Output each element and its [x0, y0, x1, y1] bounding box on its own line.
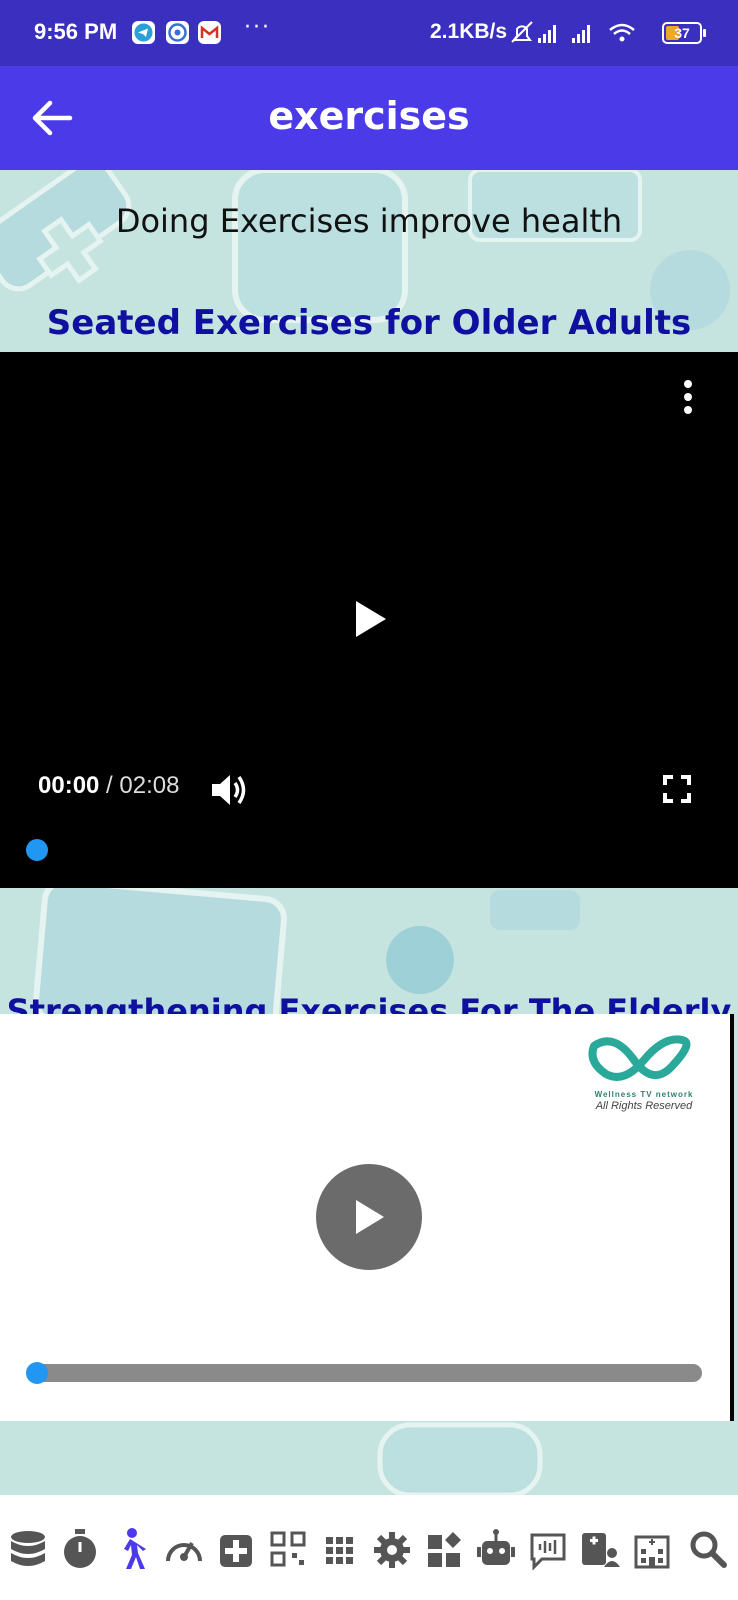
play-icon[interactable]: [354, 599, 388, 639]
database-icon[interactable]: [8, 1527, 48, 1571]
fullscreen-icon[interactable]: [662, 774, 692, 804]
play-button[interactable]: [316, 1164, 422, 1270]
walking-person-icon[interactable]: [112, 1527, 152, 1571]
app-bar: exercises: [0, 66, 738, 170]
qr-code-icon[interactable]: [268, 1527, 308, 1571]
headline: Doing Exercises improve health: [115, 202, 623, 240]
progress-thumb[interactable]: [26, 1362, 48, 1384]
video-player-1[interactable]: 00:00 / 02:08: [0, 352, 738, 888]
voice-chat-icon[interactable]: [528, 1527, 568, 1571]
status-time: 9:56 PM: [34, 19, 118, 44]
robot-icon[interactable]: [476, 1527, 516, 1571]
gauge-icon[interactable]: [164, 1527, 204, 1571]
page-title: exercises: [268, 94, 470, 138]
progress-track[interactable]: [28, 1364, 702, 1382]
hospital-icon[interactable]: [632, 1527, 672, 1571]
gmail-icon: [198, 21, 221, 44]
gear-icon[interactable]: [372, 1527, 412, 1571]
widgets-icon[interactable]: [424, 1527, 464, 1571]
search-icon[interactable]: [688, 1527, 728, 1571]
duration: 02:08: [119, 772, 180, 799]
medical-plus-icon[interactable]: [216, 1527, 256, 1571]
content-area: Doing Exercises improve health Seated Ex…: [0, 170, 738, 1495]
volume-icon[interactable]: [210, 772, 250, 808]
more-notifications-icon: ···: [244, 15, 271, 40]
more-vertical-icon: [684, 380, 692, 388]
video1-title: Seated Exercises for Older Adults: [46, 303, 692, 343]
stopwatch-icon[interactable]: [60, 1527, 100, 1571]
progress-thumb[interactable]: [26, 839, 48, 861]
bottom-navigation: [0, 1495, 738, 1600]
network-speed: 2.1KB/s: [430, 20, 508, 43]
grid-icon[interactable]: [320, 1527, 360, 1571]
video-player-2[interactable]: Wellness TV network All Rights Reserved: [0, 1014, 734, 1421]
pinterest-like-app-icon: [166, 21, 189, 44]
current-time: 00:00: [38, 772, 100, 799]
signal-wifi-icons: [511, 21, 635, 43]
video-menu-button[interactable]: [676, 380, 700, 420]
video-time: 00:00 / 02:08: [38, 772, 180, 799]
battery-indicator: 37: [662, 22, 706, 44]
status-bar: 9:56 PM ··· 2.1KB/s 37: [0, 0, 738, 66]
patient-card-icon[interactable]: [580, 1527, 620, 1571]
wellness-tv-logo: Wellness TV network All Rights Reserved: [584, 1034, 704, 1118]
telegram-icon: [132, 21, 155, 44]
play-icon: [356, 1200, 384, 1234]
